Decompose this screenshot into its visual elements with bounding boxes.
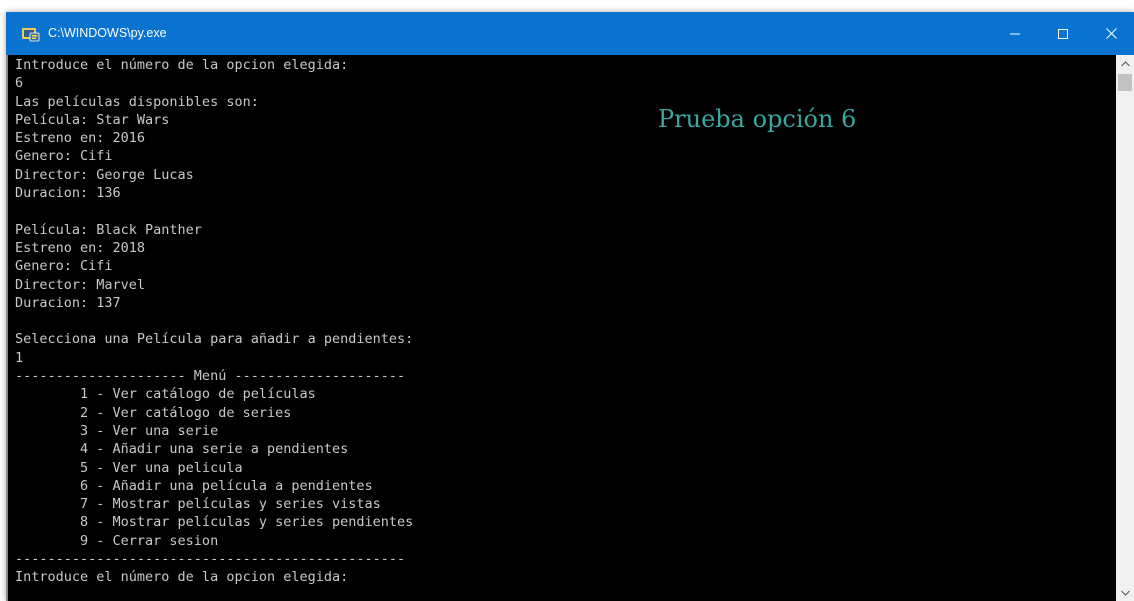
minimize-button[interactable]: [992, 12, 1038, 55]
scroll-down-button[interactable]: [1116, 584, 1134, 601]
title-bar[interactable]: C:\WINDOWS\py.exe: [6, 12, 1134, 55]
maximize-button[interactable]: [1040, 12, 1086, 55]
close-icon: [1105, 28, 1117, 39]
console-line: 9 - Cerrar sesion: [15, 532, 219, 549]
console-line: ----------------------------------------…: [15, 551, 406, 568]
console-line: Estreno en: 2018: [15, 239, 146, 256]
window-border: [6, 55, 8, 601]
close-button[interactable]: [1088, 12, 1134, 55]
console-line: 6 - Añadir una película a pendientes: [15, 477, 373, 494]
console-line: Película: Black Panther: [15, 221, 202, 238]
console-line: 1 - Ver catálogo de películas: [15, 386, 316, 403]
console-line: 2 - Ver catálogo de series: [15, 404, 292, 421]
vertical-scrollbar[interactable]: [1116, 55, 1134, 601]
console-window: C:\WINDOWS\py.exe Introduce el número de…: [6, 12, 1134, 601]
console-line: --------------------- Menú -------------…: [15, 368, 406, 385]
console-line: Genero: Cifi: [15, 148, 113, 165]
console-line: 1: [15, 349, 24, 366]
console-line: Genero: Cifi: [15, 258, 113, 275]
console-line: Introduce el número de la opcion elegida…: [15, 569, 349, 586]
console-line: 4 - Añadir una serie a pendientes: [15, 441, 349, 458]
console-line: Las películas disponibles son:: [15, 93, 259, 110]
overlay-caption: Prueba opción 6: [658, 105, 857, 133]
console-line: 5 - Ver una pelicula: [15, 459, 243, 476]
console-lines: Introduce el número de la opcion elegida…: [15, 56, 413, 587]
console-line: Introduce el número de la opcion elegida…: [15, 57, 349, 73]
console-line: Selecciona una Película para añadir a pe…: [15, 331, 414, 348]
console-line: Película: Star Wars: [15, 111, 170, 128]
chevron-up-icon: [1120, 60, 1130, 66]
maximize-icon: [1058, 28, 1068, 39]
console-output[interactable]: Introduce el número de la opcion elegida…: [6, 55, 1116, 601]
console-line: 6: [15, 75, 24, 92]
minimize-icon: [1010, 33, 1020, 34]
console-line: Duracion: 137: [15, 294, 121, 311]
console-line: 8 - Mostrar películas y series pendiente…: [15, 514, 414, 531]
python-launcher-icon: [22, 26, 40, 42]
console-line: Duracion: 136: [15, 185, 121, 202]
console-line: 3 - Ver una serie: [15, 422, 219, 439]
chevron-down-icon: [1120, 590, 1130, 596]
scroll-thumb[interactable]: [1118, 74, 1132, 91]
window-title: C:\WINDOWS\py.exe: [48, 26, 167, 40]
scroll-up-button[interactable]: [1116, 55, 1134, 72]
console-line: 7 - Mostrar películas y series vistas: [15, 496, 381, 513]
console-line: Director: Marvel: [15, 276, 146, 293]
console-line: Director: George Lucas: [15, 166, 194, 183]
console-line: Estreno en: 2016: [15, 130, 146, 147]
